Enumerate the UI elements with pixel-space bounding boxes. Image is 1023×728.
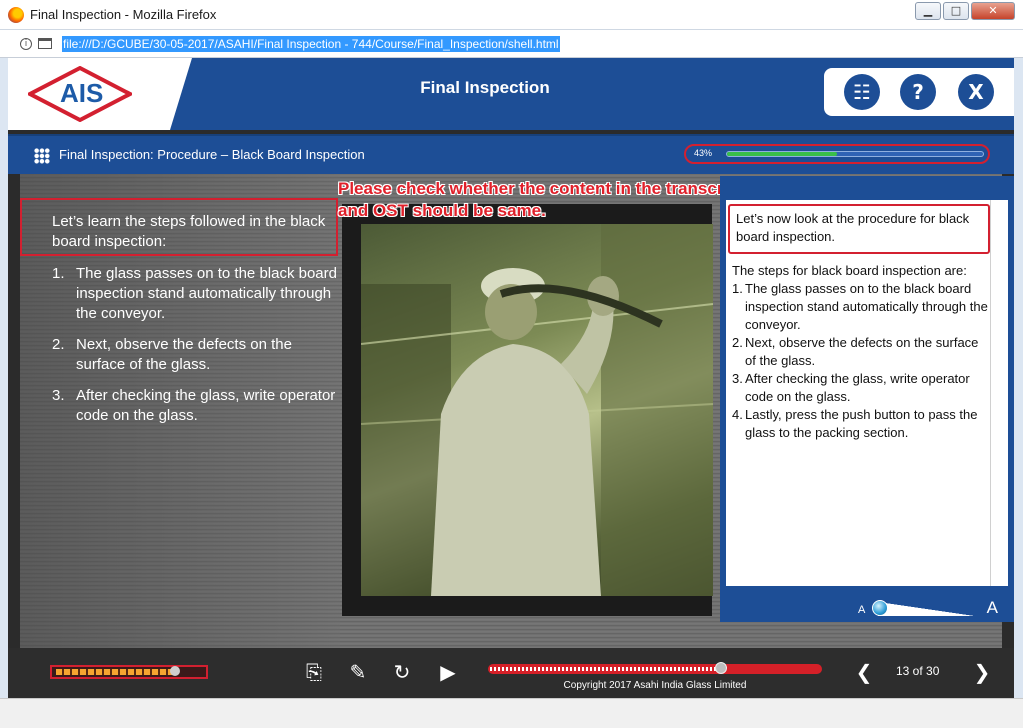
player-controls: ⎘ ✎ ↻ ▶ Copyright 2017 Asahi India Glass… [8, 648, 1014, 698]
transcript-item-text: The glass passes on to the black board i… [745, 281, 988, 332]
transcript-panel: Let’s now look at the procedure for blac… [720, 176, 1014, 622]
step-text: The glass passes on to the black board i… [76, 265, 337, 322]
worker-illustration [361, 224, 713, 596]
status-bar [0, 698, 1023, 728]
window-controls: ▁ □ ✕ [915, 2, 1015, 20]
step-number: 3. [52, 387, 65, 404]
replay-icon: ↻ [393, 660, 411, 684]
seek-knob[interactable] [715, 662, 727, 674]
volume-slider[interactable] [50, 665, 208, 679]
sitemap-button[interactable]: ☷ [844, 74, 880, 110]
exit-button[interactable]: X [958, 74, 994, 110]
transcript-number: 3. [732, 371, 743, 386]
close-icon: X [968, 80, 984, 104]
replay-button[interactable]: ↻ [390, 660, 414, 684]
font-size-slider[interactable] [872, 600, 888, 616]
step-item: 1. The glass passes on to the black board… [52, 264, 342, 324]
transcript-item: 1. The glass passes on to the black board… [732, 280, 988, 334]
volume-fill [56, 669, 172, 675]
page-icon [38, 38, 52, 49]
window-title: Final Inspection - Mozilla Firefox [30, 7, 217, 22]
transcript-item-text: Lastly, press the push button to pass th… [745, 407, 978, 440]
step-item: 3. After checking the glass, write operat… [52, 386, 342, 426]
step-number: 1. [52, 265, 65, 282]
video-frame [342, 204, 713, 616]
transcript-scrollbar[interactable] [990, 200, 1008, 586]
document-icon: ⎘ [306, 660, 322, 684]
seek-bar[interactable] [488, 662, 822, 674]
transcript-number: 2. [732, 335, 743, 350]
on-screen-text-panel: Let’s learn the steps followed in the bl… [20, 174, 340, 648]
step-text: Next, observe the defects on the surface… [76, 336, 292, 373]
chevron-right-icon: ❯ [973, 660, 991, 684]
transcript-item: 3. After checking the glass, write operat… [732, 370, 988, 406]
topic-bar: Final Inspection: Procedure – Black Boar… [8, 134, 1014, 174]
grid-dots-icon [34, 148, 50, 164]
volume-knob[interactable] [170, 666, 180, 676]
intro-text: Let’s learn the steps followed in the bl… [52, 213, 326, 250]
progress-percent: 43% [694, 148, 713, 158]
minimize-button[interactable]: ▁ [915, 2, 941, 20]
inspection-video[interactable] [361, 224, 713, 596]
transcript-item-text: Next, observe the defects on the surface… [745, 335, 979, 368]
transcript-item: 2. Next, observe the defects on the surfa… [732, 334, 988, 370]
transcript-button[interactable]: ⎘ [302, 660, 326, 684]
steps-list: 1. The glass passes on to the black board… [52, 264, 342, 437]
help-icon: ? [912, 80, 924, 104]
transcript-item: 4. Lastly, press the push button to pass … [732, 406, 988, 442]
transcript-heading: Let’s now look at the procedure for blac… [728, 204, 990, 254]
next-button[interactable]: ❯ [970, 660, 994, 684]
transcript-number: 4. [732, 407, 743, 422]
notes-button[interactable]: ✎ [346, 660, 370, 684]
course-progress: 43% [684, 144, 990, 164]
topic-title: Final Inspection: Procedure – Black Boar… [59, 147, 365, 162]
font-size-control: A A [858, 598, 998, 618]
title-bar: Final Inspection - Mozilla Firefox ▁ □ ✕ [0, 0, 1023, 30]
course-player: AIS Final Inspection ☷ ? X Final Inspect… [8, 58, 1014, 698]
copyright-text: Copyright 2017 Asahi India Glass Limited [563, 680, 747, 691]
browser-window: Final Inspection - Mozilla Firefox ▁ □ ✕… [0, 0, 1023, 728]
chevron-left-icon: ❮ [855, 660, 873, 684]
review-annotation: Please check whether the content in the … [338, 178, 778, 222]
close-window-button[interactable]: ✕ [971, 2, 1015, 20]
sitemap-icon: ☷ [853, 80, 871, 104]
step-number: 2. [52, 336, 65, 353]
font-large-label: A [986, 598, 998, 617]
seek-fill [490, 667, 721, 671]
course-title: Final Inspection [420, 78, 550, 97]
page-counter: 13 of 30 [896, 664, 940, 678]
transcript-body: The steps for black board inspection are… [732, 262, 988, 442]
address-bar: i file:///D:/GCUBE/30-05-2017/ASAHI/Fina… [0, 30, 1023, 58]
help-button[interactable]: ? [900, 74, 936, 110]
transcript-list: 1. The glass passes on to the black board… [732, 280, 988, 442]
font-size-ramp[interactable] [878, 602, 974, 616]
transcript-item-text: After checking the glass, write operator… [745, 371, 970, 404]
annotation-text: Please check whether the content in the … [338, 179, 745, 220]
info-icon[interactable]: i [20, 38, 32, 50]
header-buttons: ☷ ? X [824, 68, 1014, 116]
progress-fill [727, 152, 838, 156]
step-text: After checking the glass, write operator… [76, 387, 336, 424]
url-input[interactable]: file:///D:/GCUBE/30-05-2017/ASAHI/Final … [62, 36, 560, 52]
step-item: 2. Next, observe the defects on the surfa… [52, 335, 342, 375]
pencil-icon: ✎ [349, 660, 367, 684]
play-icon: ▶ [440, 660, 456, 684]
play-button[interactable]: ▶ [436, 660, 460, 684]
transcript-lead: The steps for black board inspection are… [732, 263, 967, 278]
course-header: AIS Final Inspection ☷ ? X [8, 58, 1014, 130]
transcript-number: 1. [732, 281, 743, 296]
transcript-box[interactable]: Let’s now look at the procedure for blac… [726, 200, 1008, 586]
previous-button[interactable]: ❮ [852, 660, 876, 684]
maximize-button[interactable]: □ [943, 2, 969, 20]
font-small-label: A [858, 604, 866, 616]
progress-track [726, 151, 984, 157]
slide-content: Let’s learn the steps followed in the bl… [20, 174, 1014, 648]
firefox-logo-icon [8, 7, 24, 23]
